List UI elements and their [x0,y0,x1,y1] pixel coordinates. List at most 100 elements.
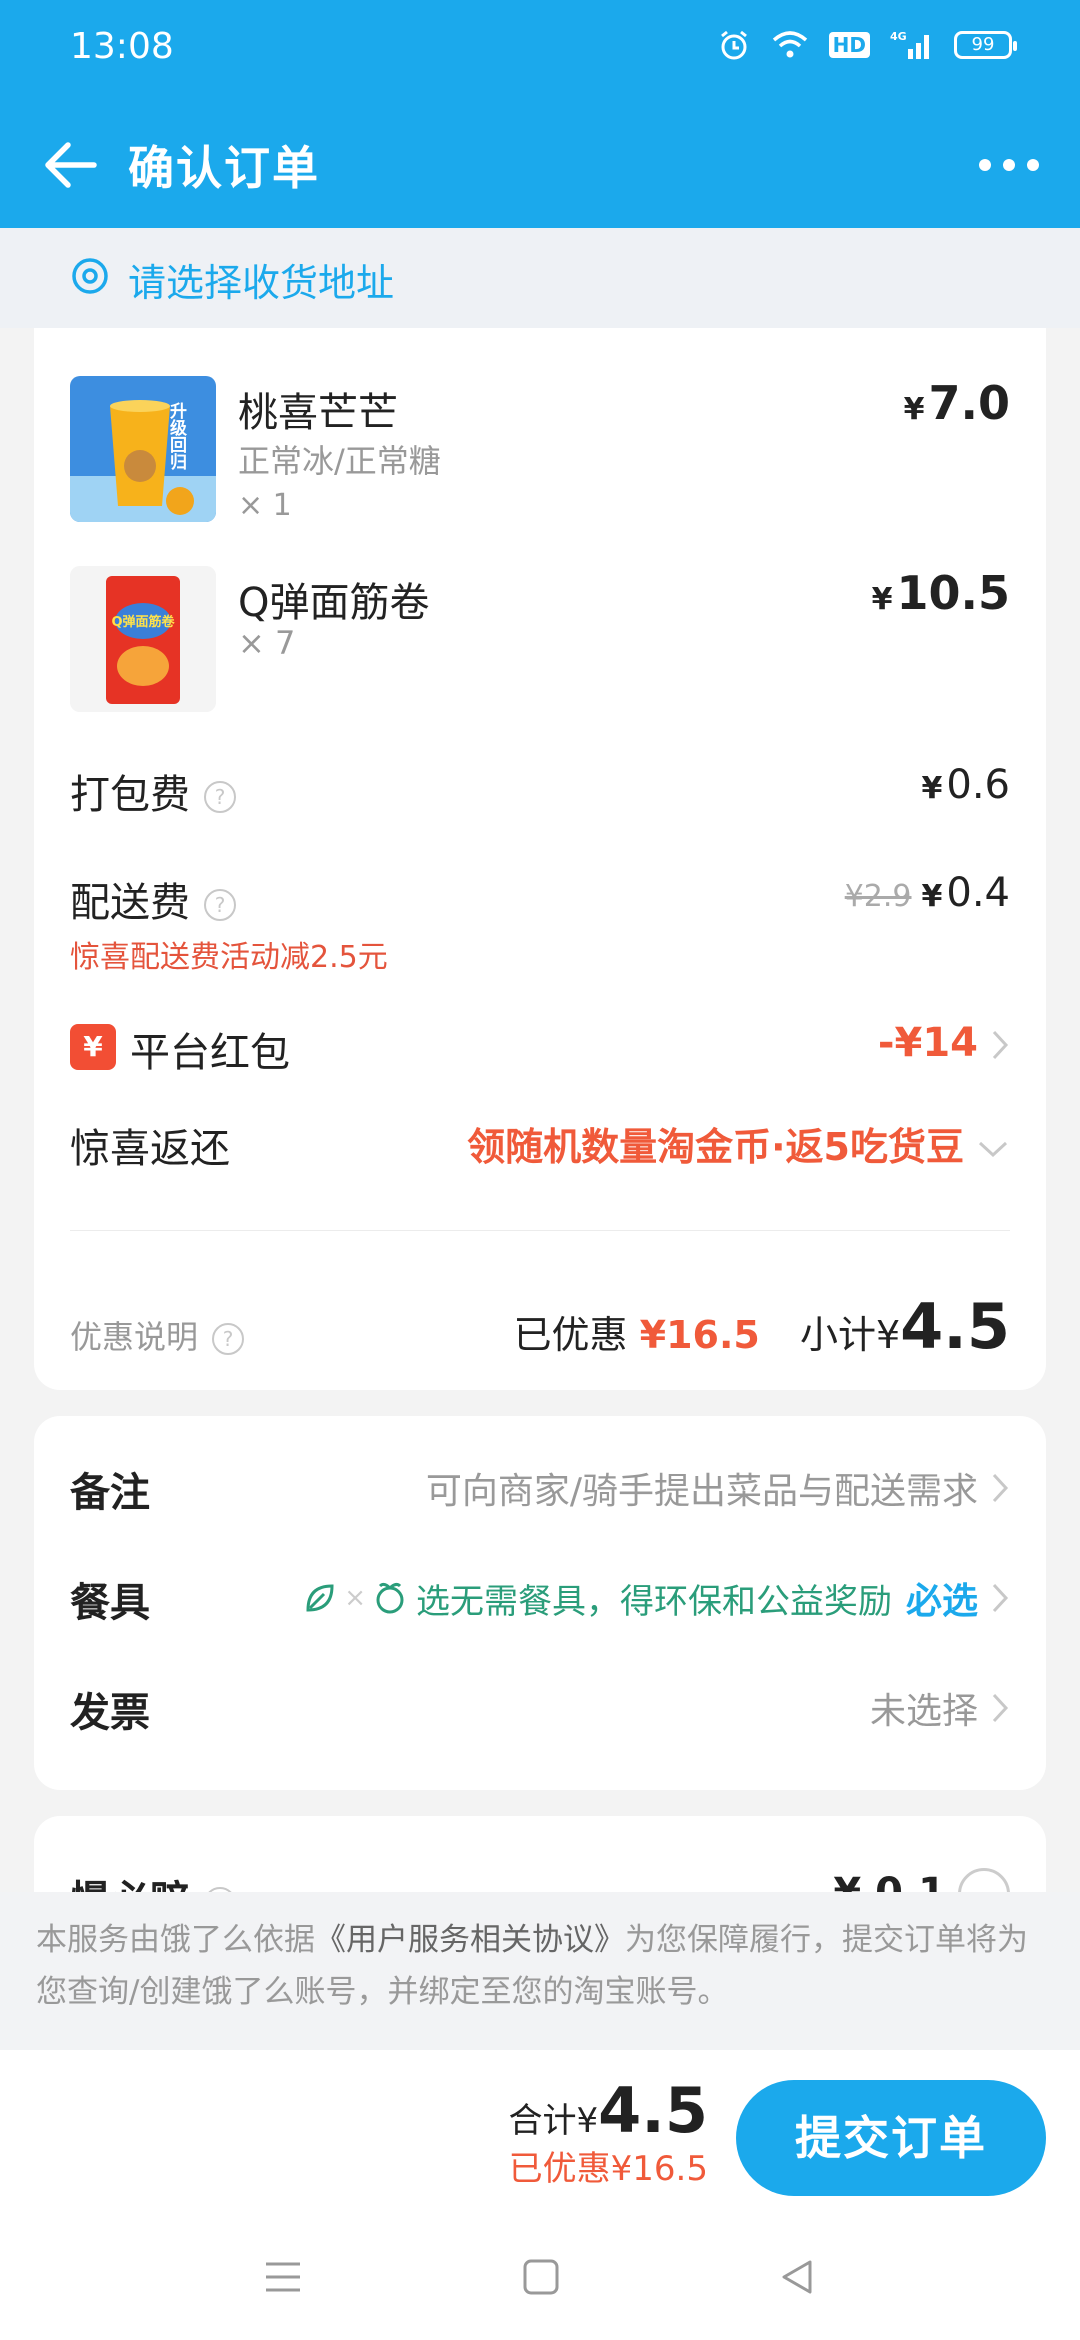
agreement-link[interactable]: 《用户服务相关协议》 [315,1922,625,1958]
subtotal-summary: 已优惠 ¥16.5 小计¥4.5 [514,1290,1010,1363]
alarm-icon [720,30,747,60]
subtotal-amount: 4.5 [900,1290,1010,1363]
packing-fee-value: ¥0.6 [922,762,1011,808]
item-quantity: × 7 [238,624,296,662]
system-navigation-bar [0,2220,1080,2340]
item-price: ¥10.5 [872,566,1010,620]
order-item[interactable]: 升级回归 桃喜芒芒 正常冰/正常糖 × 1 ¥7.0 [70,376,1010,526]
product-image-label: Q弹面筋卷 [111,614,175,630]
item-spec: 正常冰/正常糖 [238,442,441,480]
item-quantity: × 1 [238,488,292,523]
delivery-promo-note: 惊喜配送费活动减2.5元 [70,940,388,975]
product-image: Q弹面筋卷 [70,566,216,712]
currency-symbol: ¥ [875,1313,901,1357]
home-icon[interactable] [520,2256,562,2298]
chevron-right-icon [992,1473,1009,1503]
currency-symbol: ¥ [921,771,943,806]
surprise-return-row[interactable]: 惊喜返还 领随机数量淘金币·返5吃货豆 [70,1116,1010,1176]
battery-icon: 99 [954,31,1017,59]
delivery-fee-row: 配送费? ¥2.9 ¥0.4 [70,870,1010,930]
product-image: 升级回归 [70,376,216,522]
submit-order-button[interactable]: 提交订单 [736,2080,1046,2196]
menu-icon[interactable] [262,2256,304,2298]
currency-symbol: ¥ [921,879,943,914]
help-icon[interactable]: ? [204,889,236,921]
help-icon: ? [212,1323,245,1355]
status-icons: HD 4G 99 [717,28,1017,62]
app-header: 13:08 HD 4G 99 确认订单 [0,0,1080,228]
packing-fee-row: 打包费? ¥0.6 [70,762,1010,822]
currency-symbol: ¥ [871,582,893,617]
status-bar: 13:08 HD 4G 99 [0,0,1080,96]
redbag-value: -¥14 [877,1020,978,1066]
page-title: 确认订单 [128,141,320,195]
total-saved: 已优惠¥16.5 [508,2149,708,2189]
delivery-fee-label: 配送费 [70,880,190,926]
packing-fee-amount: 0.6 [946,762,1010,808]
item-price-value: 10.5 [896,566,1011,620]
packing-fee-label: 打包费 [70,772,190,818]
address-selector[interactable]: 请选择收货地址 [0,228,1080,328]
subtotal-prefix: 小计 [799,1313,876,1357]
address-placeholder: 请选择收货地址 [128,261,395,305]
invoice-row[interactable]: 发票 未选择 [70,1666,1010,1746]
more-dot-icon [979,159,991,171]
product-image-badge: 升级回归 [166,402,187,471]
discount-amount: ¥16.5 [639,1313,760,1357]
delivery-fee-value: ¥2.9 ¥0.4 [845,870,1010,916]
svg-text:4G: 4G [890,30,907,43]
invoice-label: 发票 [70,1690,150,1736]
back-button[interactable] [36,130,106,200]
red-packet-icon: ¥ [70,1024,116,1070]
checkout-bar: 合计¥4.5 已优惠¥16.5 提交订单 [0,2050,1080,2220]
remark-placeholder: 可向商家/骑手提出菜品与配送需求 [425,1471,978,1512]
agreement-text-pre: 本服务由饿了么依据 [36,1922,315,1958]
item-name: 桃喜芒芒 [238,390,398,436]
times-icon: × [344,1583,366,1613]
order-item[interactable]: Q弹面筋卷 Q弹面筋卷 × 7 ¥10.5 [70,566,1010,716]
discount-info-label: 优惠说明 [70,1318,199,1356]
order-card: 升级回归 桃喜芒芒 正常冰/正常糖 × 1 ¥7.0 Q弹面筋卷 Q弹面筋卷 ×… [34,290,1046,1390]
tableware-row[interactable]: 餐具 × 选无需餐具，得环保和公益奖励 必选 [70,1556,1010,1636]
tableware-required: 必选 [905,1581,978,1622]
options-card: 备注 可向商家/骑手提出菜品与配送需求 餐具 × 选无需餐具，得环保和公益奖励 … [34,1416,1046,1790]
item-price-value: 7.0 [928,376,1011,430]
chevron-down-icon [978,1141,1008,1158]
status-time: 13:08 [70,26,174,67]
leaf-icon [306,1584,334,1612]
back-triangle-icon[interactable] [776,2256,818,2298]
surprise-label: 惊喜返还 [70,1126,230,1172]
currency-symbol: ¥ [576,2101,599,2141]
tableware-tip: 选无需餐具，得环保和公益奖励 [415,1581,892,1622]
item-price: ¥7.0 [904,376,1010,430]
chevron-right-icon [992,1583,1009,1613]
item-name: Q弹面筋卷 [238,580,430,626]
remark-row[interactable]: 备注 可向商家/骑手提出菜品与配送需求 [70,1446,1010,1526]
hd-icon: HD [828,32,870,58]
wifi-icon [772,31,807,58]
chevron-right-icon [992,1693,1009,1723]
discount-prefix: 已优惠 [513,1313,628,1357]
more-button[interactable] [974,140,1044,190]
tableware-label: 餐具 [70,1580,150,1626]
signal-icon: 4G [890,30,929,59]
platform-redbag-row[interactable]: ¥ 平台红包 -¥14 [70,1020,1010,1080]
delivery-fee-amount: 0.4 [946,870,1010,916]
surprise-value: 领随机数量淘金币·返5吃货豆 [467,1125,964,1169]
total-amount: 4.5 [598,2074,708,2147]
nav-bar: 确认订单 [0,110,1080,210]
invoice-value: 未选择 [869,1691,978,1732]
help-icon[interactable]: ? [204,781,236,813]
order-total: 合计¥4.5 已优惠¥16.5 [509,2074,708,2190]
more-dot-icon [1027,159,1039,171]
total-prefix: 合计 [508,2101,577,2141]
arrow-left-icon [45,142,97,188]
more-dot-icon [1003,159,1015,171]
remark-label: 备注 [70,1470,150,1516]
service-agreement-notice: 本服务由饿了么依据《用户服务相关协议》为您保障履行，提交订单将为您查询/创建饿了… [0,1892,1080,2050]
location-pin-icon [72,258,108,294]
divider [70,1230,1010,1231]
discount-info[interactable]: 优惠说明? [70,1312,245,1358]
charity-icon [376,1582,404,1614]
delivery-fee-original: ¥2.9 [844,879,912,914]
